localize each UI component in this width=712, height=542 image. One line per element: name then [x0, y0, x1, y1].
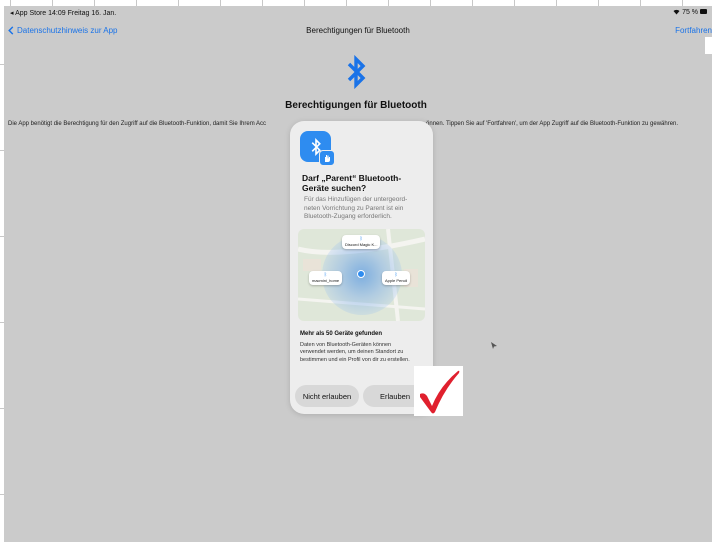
hand-icon	[319, 150, 335, 166]
wifi-icon	[673, 9, 680, 15]
device-chip: ᛒ macmini_home	[309, 271, 343, 285]
location-dot	[357, 270, 365, 278]
page-heading: Berechtigungen für Bluetooth	[285, 100, 427, 111]
page-description-left: Die App benötigt die Berechtigung für de…	[8, 121, 267, 127]
checkmark-icon	[420, 370, 460, 414]
status-right: 75 %	[673, 9, 708, 16]
status-left: ◂ App Store 14:09 Freitag 16. Jan.	[10, 10, 117, 17]
device-map: ᛒ Discord Magic K... ᛒ macmini_home ᛒ Ap…	[298, 229, 425, 321]
corner-overlay	[705, 37, 712, 54]
bluetooth-icon	[347, 55, 366, 89]
battery-icon	[700, 9, 707, 14]
devices-found-title: Mehr als 50 Geräte gefunden	[300, 331, 383, 337]
alert-message: Für das Hinzufügen der untergeord-neten …	[304, 196, 408, 220]
status-bar: ◂ App Store 14:09 Freitag 16. Jan. 75 %	[10, 8, 708, 20]
nav-title: Berechtigungen für Bluetooth	[306, 26, 410, 35]
device-chip: ᛒ Apple Pencil	[382, 271, 411, 285]
device-chip: ᛒ Discord Magic K...	[342, 235, 381, 249]
checkmark-annotation	[414, 366, 463, 416]
devices-found-message: Daten von Bluetooth-Geräten können verwe…	[300, 342, 410, 363]
device-name: Apple Pencil	[385, 278, 408, 283]
device-name: macmini_home	[312, 278, 340, 283]
cursor-icon	[491, 342, 497, 349]
continue-button[interactable]: Fortfahren	[675, 26, 712, 35]
alert-title: Darf „Parent“ Bluetooth-Geräte suchen?	[302, 173, 402, 193]
navigation-bar: Datenschutzhinweis zur App Berechtigunge…	[4, 24, 712, 44]
device-name: Discord Magic K...	[345, 242, 378, 247]
permission-alert: Darf „Parent“ Bluetooth-Geräte suchen? F…	[290, 121, 433, 414]
deny-button[interactable]: Nicht erlauben	[295, 385, 359, 407]
page-description-right: önnen. Tippen Sie auf 'Fortfahren', um d…	[426, 121, 679, 127]
battery-percent: 75 %	[682, 9, 699, 16]
